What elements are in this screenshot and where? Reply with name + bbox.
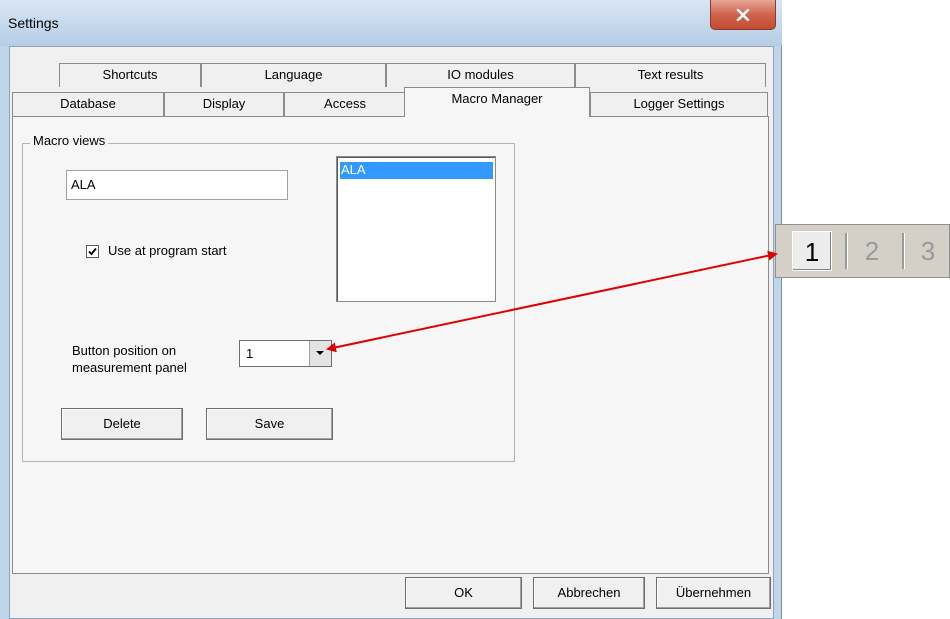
- annotation-arrow: [326, 250, 778, 353]
